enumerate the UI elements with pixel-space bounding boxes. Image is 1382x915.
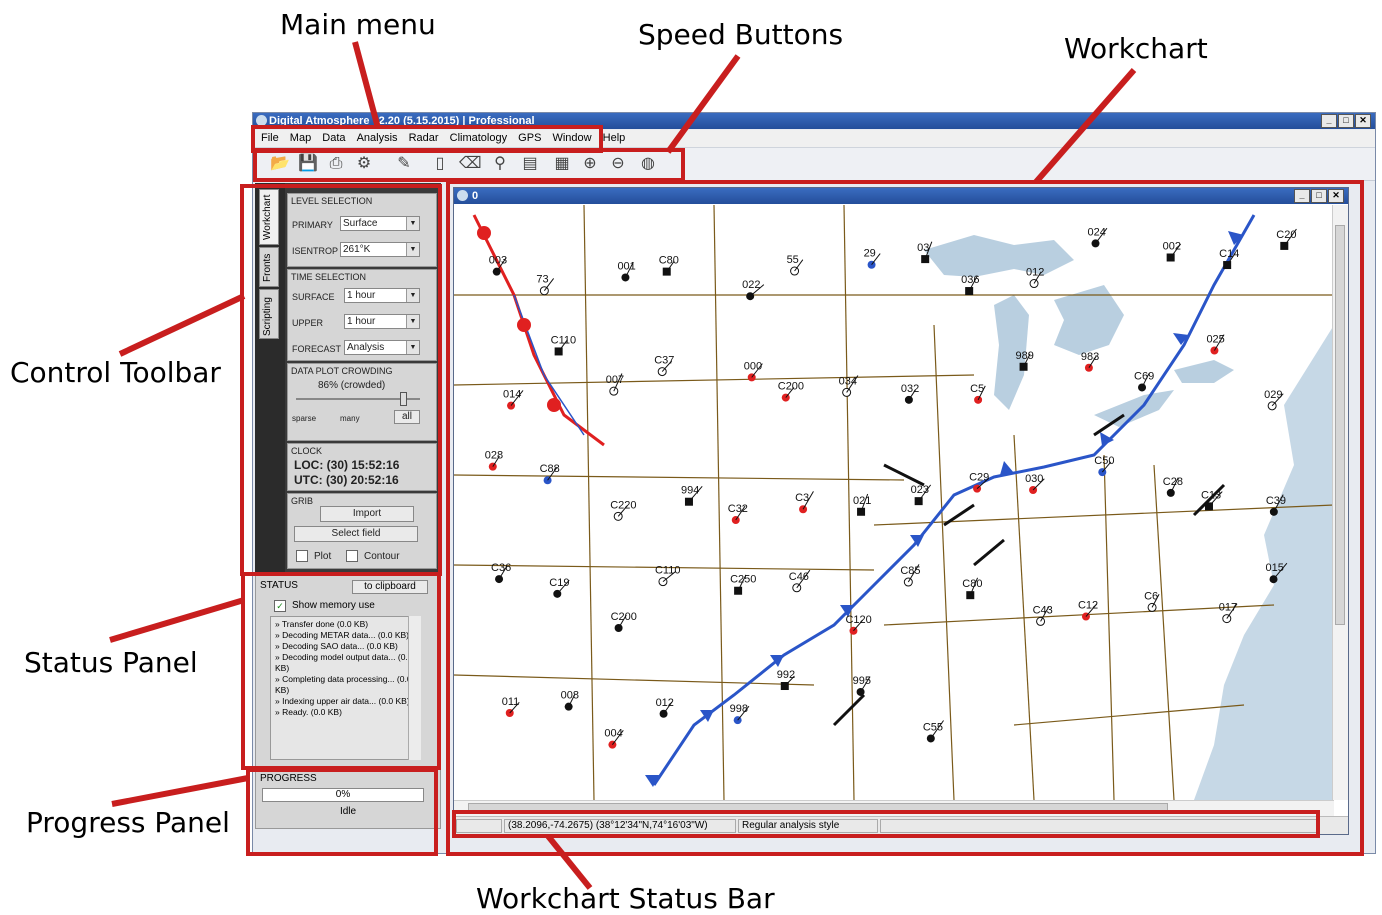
- callout-connectors: [109, 41, 1137, 890]
